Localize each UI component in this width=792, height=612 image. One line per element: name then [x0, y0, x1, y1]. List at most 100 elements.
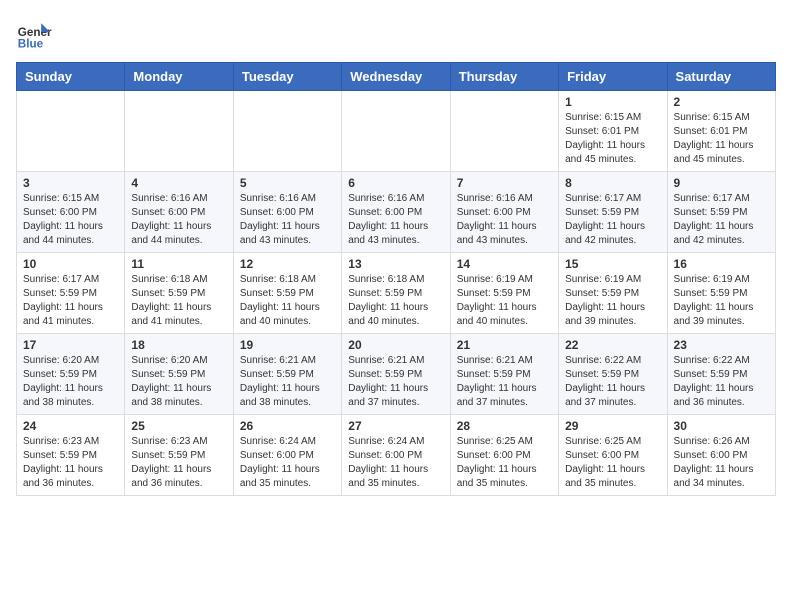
weekday-header: Sunday: [17, 63, 125, 91]
weekday-header: Friday: [559, 63, 667, 91]
day-info: Sunrise: 6:16 AM Sunset: 6:00 PM Dayligh…: [457, 192, 552, 248]
day-info: Sunrise: 6:24 AM Sunset: 6:00 PM Dayligh…: [348, 435, 443, 491]
calendar-cell: 27 Sunrise: 6:24 AM Sunset: 6:00 PM Dayli…: [342, 415, 450, 496]
day-number: 18: [131, 338, 226, 352]
day-number: 26: [240, 419, 335, 433]
day-info: Sunrise: 6:19 AM Sunset: 5:59 PM Dayligh…: [457, 273, 552, 329]
calendar-week-row: 3 Sunrise: 6:15 AM Sunset: 6:00 PM Daylig…: [17, 172, 776, 253]
calendar-cell: [233, 91, 341, 172]
calendar-cell: [450, 91, 558, 172]
calendar-cell: 23 Sunrise: 6:22 AM Sunset: 5:59 PM Dayli…: [667, 334, 775, 415]
day-number: 23: [674, 338, 769, 352]
day-number: 16: [674, 257, 769, 271]
day-number: 12: [240, 257, 335, 271]
calendar-cell: [125, 91, 233, 172]
day-number: 3: [23, 176, 118, 190]
calendar-cell: 4 Sunrise: 6:16 AM Sunset: 6:00 PM Daylig…: [125, 172, 233, 253]
logo: General Blue: [16, 16, 56, 52]
calendar-cell: 11Sunrise: 6:18 AM Sunset: 5:59 PM Dayli…: [125, 253, 233, 334]
calendar-cell: 20Sunrise: 6:21 AM Sunset: 5:59 PM Dayli…: [342, 334, 450, 415]
day-info: Sunrise: 6:17 AM Sunset: 5:59 PM Dayligh…: [565, 192, 660, 248]
calendar-cell: 13Sunrise: 6:18 AM Sunset: 5:59 PM Dayli…: [342, 253, 450, 334]
calendar-week-row: 24 Sunrise: 6:23 AM Sunset: 5:59 PM Dayli…: [17, 415, 776, 496]
calendar-cell: 6 Sunrise: 6:16 AM Sunset: 6:00 PM Daylig…: [342, 172, 450, 253]
calendar-cell: 24 Sunrise: 6:23 AM Sunset: 5:59 PM Dayli…: [17, 415, 125, 496]
calendar-cell: 25 Sunrise: 6:23 AM Sunset: 5:59 PM Dayli…: [125, 415, 233, 496]
day-info: Sunrise: 6:18 AM Sunset: 5:59 PM Dayligh…: [240, 273, 335, 329]
calendar-cell: 22 Sunrise: 6:22 AM Sunset: 5:59 PM Dayli…: [559, 334, 667, 415]
day-info: Sunrise: 6:16 AM Sunset: 6:00 PM Dayligh…: [348, 192, 443, 248]
day-info: Sunrise: 6:20 AM Sunset: 5:59 PM Dayligh…: [131, 354, 226, 410]
day-number: 21: [457, 338, 552, 352]
weekday-header: Wednesday: [342, 63, 450, 91]
calendar-cell: 2 Sunrise: 6:15 AM Sunset: 6:01 PM Daylig…: [667, 91, 775, 172]
day-info: Sunrise: 6:26 AM Sunset: 6:00 PM Dayligh…: [674, 435, 769, 491]
day-number: 6: [348, 176, 443, 190]
day-number: 10: [23, 257, 118, 271]
calendar-cell: 16 Sunrise: 6:19 AM Sunset: 5:59 PM Dayli…: [667, 253, 775, 334]
day-number: 7: [457, 176, 552, 190]
weekday-header: Monday: [125, 63, 233, 91]
day-number: 8: [565, 176, 660, 190]
day-info: Sunrise: 6:19 AM Sunset: 5:59 PM Dayligh…: [674, 273, 769, 329]
day-info: Sunrise: 6:17 AM Sunset: 5:59 PM Dayligh…: [674, 192, 769, 248]
day-number: 2: [674, 95, 769, 109]
day-info: Sunrise: 6:18 AM Sunset: 5:59 PM Dayligh…: [348, 273, 443, 329]
calendar-week-row: 10Sunrise: 6:17 AM Sunset: 5:59 PM Dayli…: [17, 253, 776, 334]
calendar-cell: 29 Sunrise: 6:25 AM Sunset: 6:00 PM Dayli…: [559, 415, 667, 496]
calendar-cell: 10Sunrise: 6:17 AM Sunset: 5:59 PM Dayli…: [17, 253, 125, 334]
calendar: SundayMondayTuesdayWednesdayThursdayFrid…: [16, 62, 776, 496]
day-info: Sunrise: 6:15 AM Sunset: 6:01 PM Dayligh…: [674, 111, 769, 167]
day-info: Sunrise: 6:16 AM Sunset: 6:00 PM Dayligh…: [131, 192, 226, 248]
page-header: General Blue: [16, 16, 776, 52]
calendar-cell: 1Sunrise: 6:15 AM Sunset: 6:01 PM Daylig…: [559, 91, 667, 172]
weekday-header: Tuesday: [233, 63, 341, 91]
day-info: Sunrise: 6:19 AM Sunset: 5:59 PM Dayligh…: [565, 273, 660, 329]
calendar-cell: 8 Sunrise: 6:17 AM Sunset: 5:59 PM Daylig…: [559, 172, 667, 253]
calendar-cell: 9Sunrise: 6:17 AM Sunset: 5:59 PM Daylig…: [667, 172, 775, 253]
day-info: Sunrise: 6:22 AM Sunset: 5:59 PM Dayligh…: [565, 354, 660, 410]
calendar-cell: 14 Sunrise: 6:19 AM Sunset: 5:59 PM Dayli…: [450, 253, 558, 334]
day-number: 1: [565, 95, 660, 109]
day-number: 29: [565, 419, 660, 433]
day-info: Sunrise: 6:23 AM Sunset: 5:59 PM Dayligh…: [131, 435, 226, 491]
day-number: 28: [457, 419, 552, 433]
calendar-cell: 3 Sunrise: 6:15 AM Sunset: 6:00 PM Daylig…: [17, 172, 125, 253]
day-info: Sunrise: 6:22 AM Sunset: 5:59 PM Dayligh…: [674, 354, 769, 410]
day-number: 25: [131, 419, 226, 433]
calendar-cell: 12 Sunrise: 6:18 AM Sunset: 5:59 PM Dayli…: [233, 253, 341, 334]
calendar-cell: 7 Sunrise: 6:16 AM Sunset: 6:00 PM Daylig…: [450, 172, 558, 253]
day-number: 14: [457, 257, 552, 271]
day-number: 17: [23, 338, 118, 352]
day-info: Sunrise: 6:15 AM Sunset: 6:00 PM Dayligh…: [23, 192, 118, 248]
day-info: Sunrise: 6:21 AM Sunset: 5:59 PM Dayligh…: [457, 354, 552, 410]
day-number: 24: [23, 419, 118, 433]
day-info: Sunrise: 6:21 AM Sunset: 5:59 PM Dayligh…: [240, 354, 335, 410]
day-number: 19: [240, 338, 335, 352]
svg-text:Blue: Blue: [18, 38, 44, 51]
calendar-cell: 26Sunrise: 6:24 AM Sunset: 6:00 PM Dayli…: [233, 415, 341, 496]
day-info: Sunrise: 6:21 AM Sunset: 5:59 PM Dayligh…: [348, 354, 443, 410]
day-number: 4: [131, 176, 226, 190]
calendar-cell: [342, 91, 450, 172]
day-number: 15: [565, 257, 660, 271]
day-number: 27: [348, 419, 443, 433]
calendar-cell: 5 Sunrise: 6:16 AM Sunset: 6:00 PM Daylig…: [233, 172, 341, 253]
day-info: Sunrise: 6:16 AM Sunset: 6:00 PM Dayligh…: [240, 192, 335, 248]
day-number: 22: [565, 338, 660, 352]
day-number: 30: [674, 419, 769, 433]
day-info: Sunrise: 6:25 AM Sunset: 6:00 PM Dayligh…: [457, 435, 552, 491]
day-number: 5: [240, 176, 335, 190]
calendar-cell: 30 Sunrise: 6:26 AM Sunset: 6:00 PM Dayli…: [667, 415, 775, 496]
calendar-cell: [17, 91, 125, 172]
calendar-header-row: SundayMondayTuesdayWednesdayThursdayFrid…: [17, 63, 776, 91]
calendar-cell: 19 Sunrise: 6:21 AM Sunset: 5:59 PM Dayli…: [233, 334, 341, 415]
day-info: Sunrise: 6:23 AM Sunset: 5:59 PM Dayligh…: [23, 435, 118, 491]
calendar-cell: 15 Sunrise: 6:19 AM Sunset: 5:59 PM Dayli…: [559, 253, 667, 334]
day-number: 11: [131, 257, 226, 271]
calendar-week-row: 17 Sunrise: 6:20 AM Sunset: 5:59 PM Dayli…: [17, 334, 776, 415]
day-info: Sunrise: 6:25 AM Sunset: 6:00 PM Dayligh…: [565, 435, 660, 491]
calendar-cell: 18 Sunrise: 6:20 AM Sunset: 5:59 PM Dayli…: [125, 334, 233, 415]
weekday-header: Thursday: [450, 63, 558, 91]
calendar-cell: 21 Sunrise: 6:21 AM Sunset: 5:59 PM Dayli…: [450, 334, 558, 415]
